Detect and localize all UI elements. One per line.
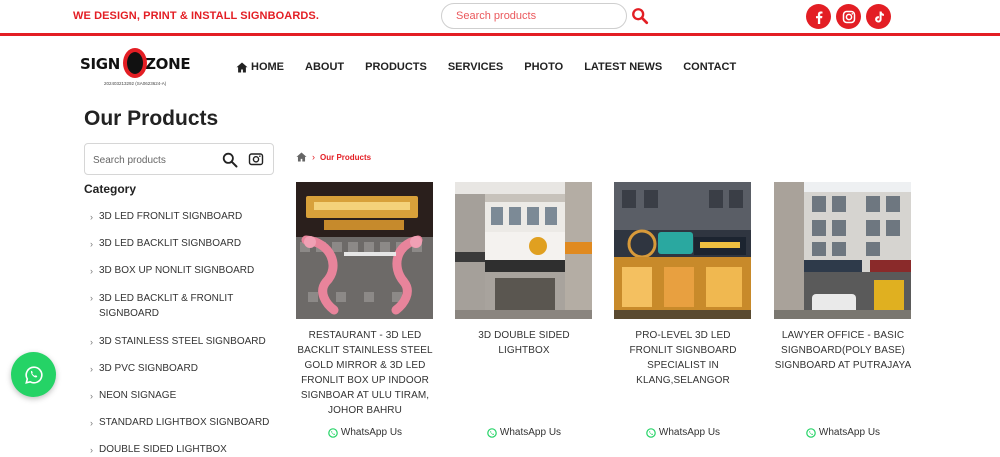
product-image[interactable] bbox=[296, 182, 433, 319]
whatsapp-label: WhatsApp Us bbox=[818, 427, 881, 438]
product-image[interactable] bbox=[614, 182, 751, 319]
facebook-icon[interactable] bbox=[806, 4, 831, 29]
whatsapp-label: WhatsApp Us bbox=[499, 427, 562, 438]
chevron-right-icon: › bbox=[90, 293, 93, 303]
category-item[interactable]: › 3D PVC SIGNBOARD bbox=[90, 362, 270, 376]
product-card[interactable]: 3D DOUBLE SIDED LIGHTBOX WhatsApp Us bbox=[455, 182, 593, 438]
nav-about[interactable]: ABOUT bbox=[305, 61, 344, 73]
category-item[interactable]: › 3D LED BACKLIT & FRONLIT SIGNBOARD bbox=[90, 291, 270, 321]
product-image[interactable] bbox=[774, 182, 911, 319]
product-card[interactable]: LAWYER OFFICE - BASIC SIGNBOARD(POLY BAS… bbox=[774, 182, 912, 438]
whatsapp-link[interactable]: WhatsApp Us bbox=[455, 427, 593, 438]
tiktok-icon[interactable] bbox=[866, 4, 891, 29]
whatsapp-link[interactable]: WhatsApp Us bbox=[774, 427, 912, 438]
chevron-right-icon: › bbox=[90, 418, 93, 428]
chevron-right-icon: › bbox=[90, 212, 93, 222]
tagline: WE DESIGN, PRINT & INSTALL SIGNBOARDS. bbox=[73, 10, 320, 22]
whatsapp-icon bbox=[328, 427, 338, 438]
chevron-right-icon: › bbox=[90, 391, 93, 401]
logo-ring-icon bbox=[123, 48, 147, 78]
home-icon[interactable] bbox=[296, 152, 307, 162]
category-item[interactable]: › 3D LED BACKLIT SIGNBOARD bbox=[90, 237, 270, 251]
home-icon bbox=[236, 62, 248, 72]
chevron-right-icon: › bbox=[90, 239, 93, 249]
logo-text-right: ZONE bbox=[145, 55, 191, 73]
whatsapp-label: WhatsApp Us bbox=[340, 427, 403, 438]
category-item[interactable]: › DOUBLE SIDED LIGHTBOX bbox=[90, 443, 270, 457]
floating-whatsapp-button[interactable] bbox=[11, 352, 56, 397]
category-item[interactable]: › NEON SIGNAGE bbox=[90, 389, 270, 403]
nav-latest-news[interactable]: LATEST NEWS bbox=[584, 61, 662, 73]
chevron-right-icon: › bbox=[90, 266, 93, 276]
whatsapp-icon bbox=[646, 427, 656, 438]
category-item[interactable]: › 3D BOX UP NONLIT SIGNBOARD bbox=[90, 264, 270, 278]
product-image[interactable] bbox=[455, 182, 592, 319]
page-title: Our Products bbox=[84, 107, 219, 130]
main-nav: HOME ABOUT PRODUCTS SERVICES PHOTO LATES… bbox=[236, 61, 757, 73]
breadcrumb: › Our Products bbox=[296, 152, 371, 162]
nav-services[interactable]: SERVICES bbox=[448, 61, 503, 73]
category-item[interactable]: › 3D LED FRONLIT SIGNBOARD bbox=[90, 210, 270, 224]
whatsapp-label: WhatsApp Us bbox=[658, 427, 721, 438]
category-item[interactable]: › 3D STAINLESS STEEL SIGNBOARD bbox=[90, 335, 270, 349]
top-bar: WE DESIGN, PRINT & INSTALL SIGNBOARDS. bbox=[0, 0, 1000, 36]
nav-home-label: HOME bbox=[251, 61, 284, 73]
breadcrumb-separator-icon: › bbox=[312, 152, 315, 162]
product-title[interactable]: PRO-LEVEL 3D LED FRONLIT SIGNBOARD SPECI… bbox=[614, 328, 752, 388]
product-title[interactable]: RESTAURANT - 3D LED BACKLIT STAINLESS ST… bbox=[296, 328, 434, 418]
category-heading: Category bbox=[84, 182, 137, 196]
category-list: › 3D LED FRONLIT SIGNBOARD › 3D LED BACKLI… bbox=[90, 210, 270, 457]
nav-products[interactable]: PRODUCTS bbox=[365, 61, 427, 73]
sidebar-search-box bbox=[84, 143, 274, 175]
whatsapp-icon bbox=[487, 427, 497, 438]
logo-registration: 202403213292 (SA0623624-A) bbox=[104, 81, 167, 86]
sidebar-search-input[interactable] bbox=[93, 151, 213, 169]
logo-text-left: SIGN bbox=[80, 55, 121, 73]
product-card[interactable]: PRO-LEVEL 3D LED FRONLIT SIGNBOARD SPECI… bbox=[614, 182, 752, 438]
product-title[interactable]: LAWYER OFFICE - BASIC SIGNBOARD(POLY BAS… bbox=[774, 328, 912, 373]
site-logo[interactable]: SIGN ZONE 202403213292 (SA0623624-A) bbox=[80, 48, 198, 88]
breadcrumb-current: Our Products bbox=[320, 152, 372, 162]
camera-search-icon[interactable] bbox=[248, 151, 264, 167]
search-icon[interactable] bbox=[222, 152, 238, 168]
category-item[interactable]: › STANDARD LIGHTBOX SIGNBOARD bbox=[90, 416, 270, 430]
top-search-input[interactable] bbox=[456, 4, 626, 28]
nav-contact[interactable]: CONTACT bbox=[683, 61, 736, 73]
instagram-icon[interactable] bbox=[836, 4, 861, 29]
whatsapp-link[interactable]: WhatsApp Us bbox=[614, 427, 752, 438]
nav-photo[interactable]: PHOTO bbox=[524, 61, 563, 73]
whatsapp-icon bbox=[806, 427, 816, 438]
product-card[interactable]: RESTAURANT - 3D LED BACKLIT STAINLESS ST… bbox=[296, 182, 434, 438]
search-icon[interactable] bbox=[631, 7, 649, 25]
product-title[interactable]: 3D DOUBLE SIDED LIGHTBOX bbox=[455, 328, 593, 358]
nav-home[interactable]: HOME bbox=[236, 61, 284, 73]
whatsapp-link[interactable]: WhatsApp Us bbox=[296, 427, 434, 438]
chevron-right-icon: › bbox=[90, 445, 93, 455]
chevron-right-icon: › bbox=[90, 364, 93, 374]
top-search-box bbox=[441, 3, 627, 29]
chevron-right-icon: › bbox=[90, 337, 93, 347]
whatsapp-icon bbox=[24, 365, 43, 384]
